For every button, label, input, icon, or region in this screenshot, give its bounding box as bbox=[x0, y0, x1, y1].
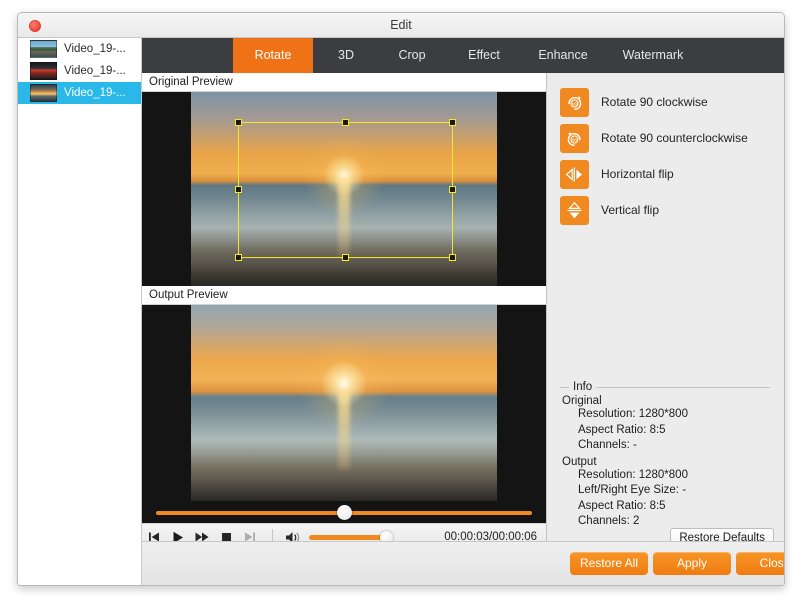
rotate-90-clockwise-button[interactable]: 90 Rotate 90 clockwise bbox=[560, 84, 784, 120]
volume-slider[interactable] bbox=[309, 530, 393, 544]
rotate-cw-90-icon: 90 bbox=[560, 87, 589, 117]
app-root: Edit Video_19-... Video_19-... Video_19-… bbox=[0, 0, 800, 616]
preview-column: Original Preview Output Preview 00:00:03… bbox=[142, 73, 547, 585]
video-list-sidebar[interactable]: Video_19-... Video_19-... Video_19-... bbox=[18, 38, 142, 585]
info-output-resolution: Resolution: 1280*800 bbox=[578, 468, 688, 481]
restore-all-button[interactable]: Restore All bbox=[570, 552, 648, 575]
svg-text:90: 90 bbox=[572, 137, 578, 142]
video-thumbnail bbox=[30, 62, 57, 80]
seek-knob[interactable] bbox=[337, 505, 352, 520]
output-video-frame bbox=[191, 305, 497, 501]
tab-watermark[interactable]: Watermark bbox=[603, 38, 703, 73]
video-thumbnail bbox=[30, 84, 57, 102]
info-original-resolution: Resolution: 1280*800 bbox=[578, 408, 688, 420]
vertical-flip-button[interactable]: Vertical flip bbox=[560, 192, 784, 228]
list-item-label: Video_19-... bbox=[64, 65, 126, 77]
info-section: Info Original Resolution: 1280*800 Aspec… bbox=[560, 381, 770, 530]
crop-handle-nw[interactable] bbox=[235, 119, 242, 126]
list-item[interactable]: Video_19-... bbox=[18, 38, 141, 60]
crop-handle-w[interactable] bbox=[235, 186, 242, 193]
crop-handle-ne[interactable] bbox=[449, 119, 456, 126]
rotate-action-label: Rotate 90 clockwise bbox=[601, 95, 708, 109]
original-preview-header: Original Preview bbox=[142, 73, 546, 92]
main-area: Rotate 3D Crop Effect Enhance Watermark … bbox=[142, 38, 784, 585]
list-item[interactable]: Video_19-... bbox=[18, 60, 141, 82]
svg-text:90: 90 bbox=[572, 101, 578, 106]
list-item-label: Video_19-... bbox=[64, 87, 126, 99]
rotate-action-list: 90 Rotate 90 clockwise 90 Rotate 90 coun… bbox=[548, 73, 784, 228]
info-output-aspect-ratio: Aspect Ratio: 8:5 bbox=[578, 499, 666, 512]
info-original-label: Original bbox=[562, 395, 602, 407]
crop-handle-e[interactable] bbox=[449, 186, 456, 193]
close-button[interactable]: Close bbox=[736, 552, 784, 575]
crop-selection-box[interactable] bbox=[235, 119, 456, 261]
crop-handle-sw[interactable] bbox=[235, 254, 242, 261]
crop-handle-n[interactable] bbox=[341, 119, 349, 126]
edit-window: Edit Video_19-... Video_19-... Video_19-… bbox=[17, 12, 785, 586]
tab-enhance[interactable]: Enhance bbox=[523, 38, 603, 73]
list-item-label: Video_19-... bbox=[64, 43, 126, 55]
original-preview-stage[interactable] bbox=[142, 92, 546, 286]
rotate-action-label: Horizontal flip bbox=[601, 167, 674, 181]
rotate-action-label: Rotate 90 counterclockwise bbox=[601, 131, 748, 145]
info-output-label: Output bbox=[562, 455, 597, 468]
crop-handle-se[interactable] bbox=[449, 254, 456, 261]
bottom-action-bar: Restore All Apply Close bbox=[142, 541, 784, 585]
rotate-action-label: Vertical flip bbox=[601, 203, 660, 217]
output-preview-stage[interactable] bbox=[142, 305, 546, 501]
tab-crop[interactable]: Crop bbox=[379, 38, 445, 73]
output-preview-header: Output Preview bbox=[142, 286, 546, 305]
editor-area: Original Preview Output Preview 00:00:03… bbox=[142, 73, 784, 585]
tab-rotate[interactable]: Rotate bbox=[233, 38, 313, 73]
info-legend: Info bbox=[569, 381, 597, 393]
options-panel: 90 Rotate 90 clockwise 90 Rotate 90 coun… bbox=[548, 73, 784, 585]
crop-handle-s[interactable] bbox=[341, 254, 349, 261]
window-body: Video_19-... Video_19-... Video_19-... R… bbox=[18, 38, 784, 585]
flip-horizontal-icon bbox=[560, 159, 589, 189]
tab-bar: Rotate 3D Crop Effect Enhance Watermark bbox=[142, 38, 784, 73]
horizontal-flip-button[interactable]: Horizontal flip bbox=[560, 156, 784, 192]
tab-3d[interactable]: 3D bbox=[313, 38, 379, 73]
info-original-channels: Channels: - bbox=[578, 439, 637, 451]
info-original-aspect-ratio: Aspect Ratio: 8:5 bbox=[578, 423, 666, 436]
tab-effect[interactable]: Effect bbox=[445, 38, 523, 73]
info-output-eye-size: Left/Right Eye Size: - bbox=[578, 484, 687, 496]
info-legend-row: Info bbox=[560, 381, 770, 393]
title-bar: Edit bbox=[18, 13, 784, 38]
rotate-90-counterclockwise-button[interactable]: 90 Rotate 90 counterclockwise bbox=[560, 120, 784, 156]
flip-vertical-icon bbox=[560, 195, 589, 225]
seek-bar[interactable] bbox=[142, 501, 546, 523]
list-item-selected[interactable]: Video_19-... bbox=[18, 82, 141, 104]
apply-button[interactable]: Apply bbox=[653, 552, 731, 575]
rotate-ccw-90-icon: 90 bbox=[560, 123, 589, 153]
video-thumbnail bbox=[30, 40, 57, 58]
window-title: Edit bbox=[390, 18, 412, 32]
